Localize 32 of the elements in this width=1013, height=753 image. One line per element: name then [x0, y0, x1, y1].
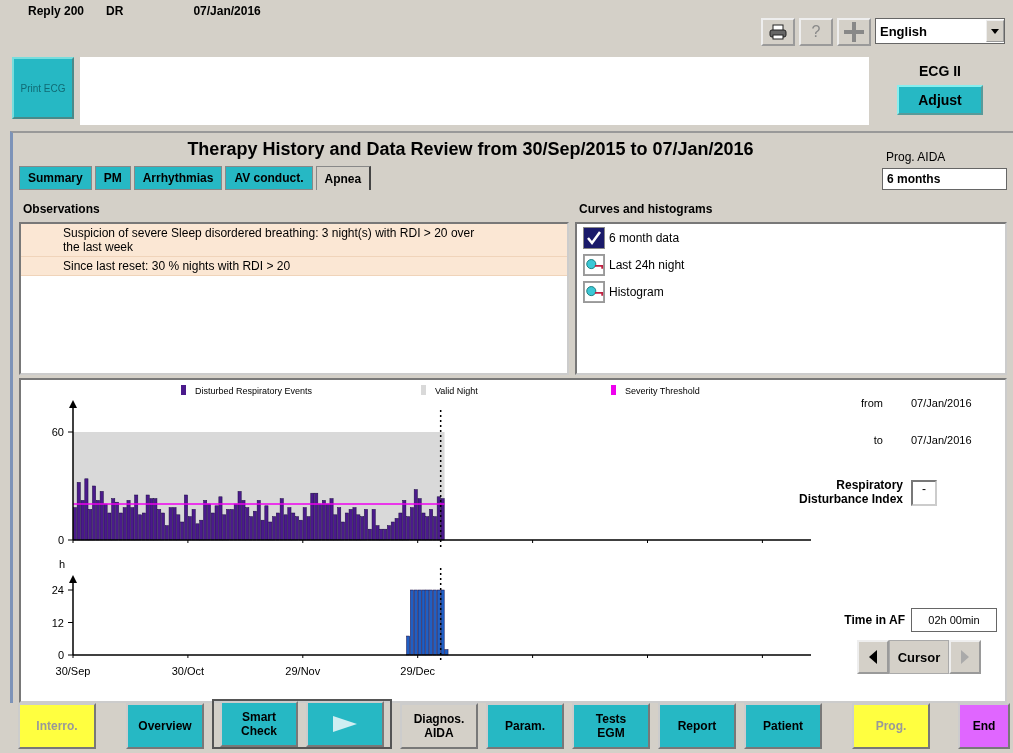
prog-label: Prog. AIDA: [885, 150, 947, 164]
observation-text: Since last reset: 30 % nights with RDI > 20: [21, 257, 567, 276]
axis-label: 24: [51, 584, 64, 597]
axis-label: 29/Dec: [400, 665, 436, 678]
review-title: Therapy History and Data Review from 30/Sep/2015 to 07/Jan/2016: [186, 139, 755, 160]
af-label: Time in AF: [843, 612, 906, 630]
to-label: to: [872, 433, 884, 449]
af-field: 02h 00min: [911, 608, 997, 633]
axis-label: 0: [57, 649, 64, 662]
legend-label: Severity Threshold: [625, 386, 700, 397]
axis-title: h: [59, 558, 66, 571]
panel-heading: Curves and histograms: [578, 201, 714, 218]
rdi-field: -: [911, 480, 937, 507]
from-label: from: [860, 396, 884, 412]
cursor-label: Cursor: [889, 640, 949, 675]
rdi-label: Respiratory Disturbance Index: [797, 478, 904, 507]
axis-label: 30/Oct: [171, 665, 205, 678]
ecg-lead-label: ECG II: [919, 63, 961, 79]
legend-label: Valid Night: [435, 386, 478, 397]
mode-label: DR: [106, 4, 124, 20]
legend-label: Disturbed Respiratory Events: [195, 386, 313, 397]
axis-label: 12: [51, 616, 64, 629]
device-label: Reply 200: [28, 4, 85, 20]
observation-text: Suspicion of severe Sleep disordered breathing: 3 night(s) with RDI > 20 over the last week: [21, 224, 567, 257]
to-date: 07/Jan/2016: [911, 433, 973, 449]
panel-heading: Observations: [22, 201, 101, 218]
axis-label: 30/Sep: [55, 665, 91, 678]
session-date: 07/Jan/2016: [193, 4, 261, 20]
from-date: 07/Jan/2016: [911, 396, 973, 412]
axis-label: 29/Nov: [285, 665, 321, 678]
axis-label: 60: [51, 426, 64, 439]
axis-label: 0: [57, 534, 64, 547]
